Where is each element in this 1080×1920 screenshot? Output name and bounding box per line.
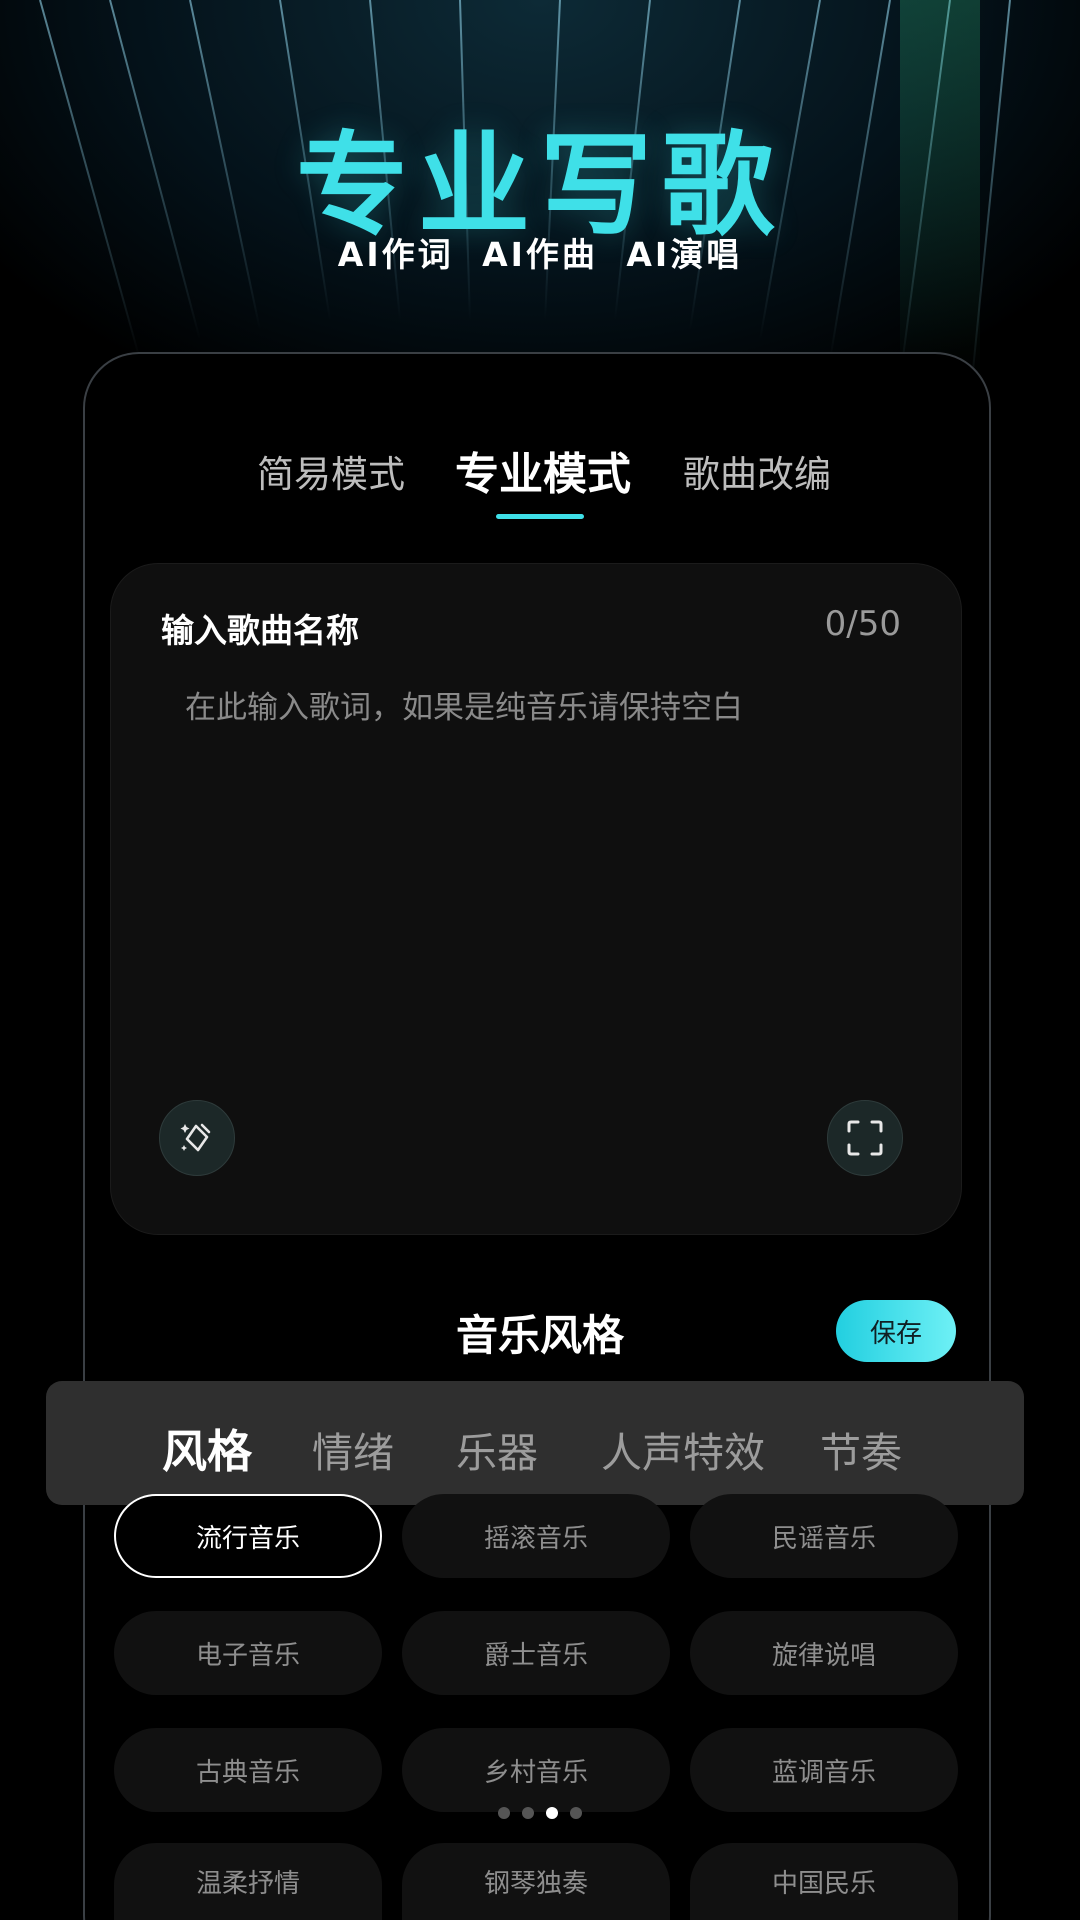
style-option-classical[interactable]: 古典音乐 — [114, 1728, 382, 1812]
style-option-piano-solo[interactable]: 钢琴独奏 — [402, 1843, 670, 1920]
page-dot — [498, 1807, 510, 1819]
hero-subtitle: AI作词 AI作曲 AI演唱 — [337, 235, 743, 274]
char-counter: 0/50 — [824, 604, 901, 644]
style-option-soft-ballad[interactable]: 温柔抒情 — [114, 1843, 382, 1920]
tab-mood[interactable]: 情绪 — [312, 1419, 394, 1479]
song-name-input[interactable]: 输入歌曲名称 — [161, 604, 359, 652]
style-category-tabs: 风格 情绪 乐器 人声特效 节奏 — [46, 1381, 1024, 1505]
scan-button[interactable] — [827, 1100, 903, 1176]
style-option-blues[interactable]: 蓝调音乐 — [690, 1728, 958, 1812]
tab-simple-mode[interactable]: 简易模式 — [257, 444, 405, 498]
tab-song-adapt[interactable]: 歌曲改编 — [683, 444, 831, 498]
page-dot — [522, 1807, 534, 1819]
style-option-pop[interactable]: 流行音乐 — [114, 1494, 382, 1578]
active-tab-indicator — [496, 514, 584, 519]
tab-vocal-effects[interactable]: 人声特效 — [601, 1419, 765, 1479]
tab-style[interactable]: 风格 — [162, 1415, 252, 1480]
tab-pro-mode[interactable]: 专业模式 — [455, 438, 631, 502]
style-option-country[interactable]: 乡村音乐 — [402, 1728, 670, 1812]
style-option-melodic-rap[interactable]: 旋律说唱 — [690, 1611, 958, 1695]
tab-instrument[interactable]: 乐器 — [456, 1419, 538, 1479]
page-dot-active — [546, 1807, 558, 1819]
style-option-jazz[interactable]: 爵士音乐 — [402, 1611, 670, 1695]
magic-wand-icon — [180, 1123, 211, 1152]
scan-icon — [847, 1120, 883, 1156]
lyrics-editor: 输入歌曲名称 0/50 在此输入歌词，如果是纯音乐请保持空白 — [110, 563, 962, 1235]
style-option-chinese-folk[interactable]: 中国民乐 — [690, 1843, 958, 1920]
ai-generate-button[interactable] — [159, 1100, 235, 1176]
mode-tabs: 简易模式 专业模式 歌曲改编 — [85, 444, 989, 524]
style-option-electronic[interactable]: 电子音乐 — [114, 1611, 382, 1695]
style-option-rock[interactable]: 摇滚音乐 — [402, 1494, 670, 1578]
style-option-folk[interactable]: 民谣音乐 — [690, 1494, 958, 1578]
page-dot — [570, 1807, 582, 1819]
tab-rhythm[interactable]: 节奏 — [820, 1419, 902, 1479]
lyrics-textarea[interactable]: 在此输入歌词，如果是纯音乐请保持空白 — [185, 682, 743, 727]
save-button[interactable]: 保存 — [836, 1300, 956, 1362]
